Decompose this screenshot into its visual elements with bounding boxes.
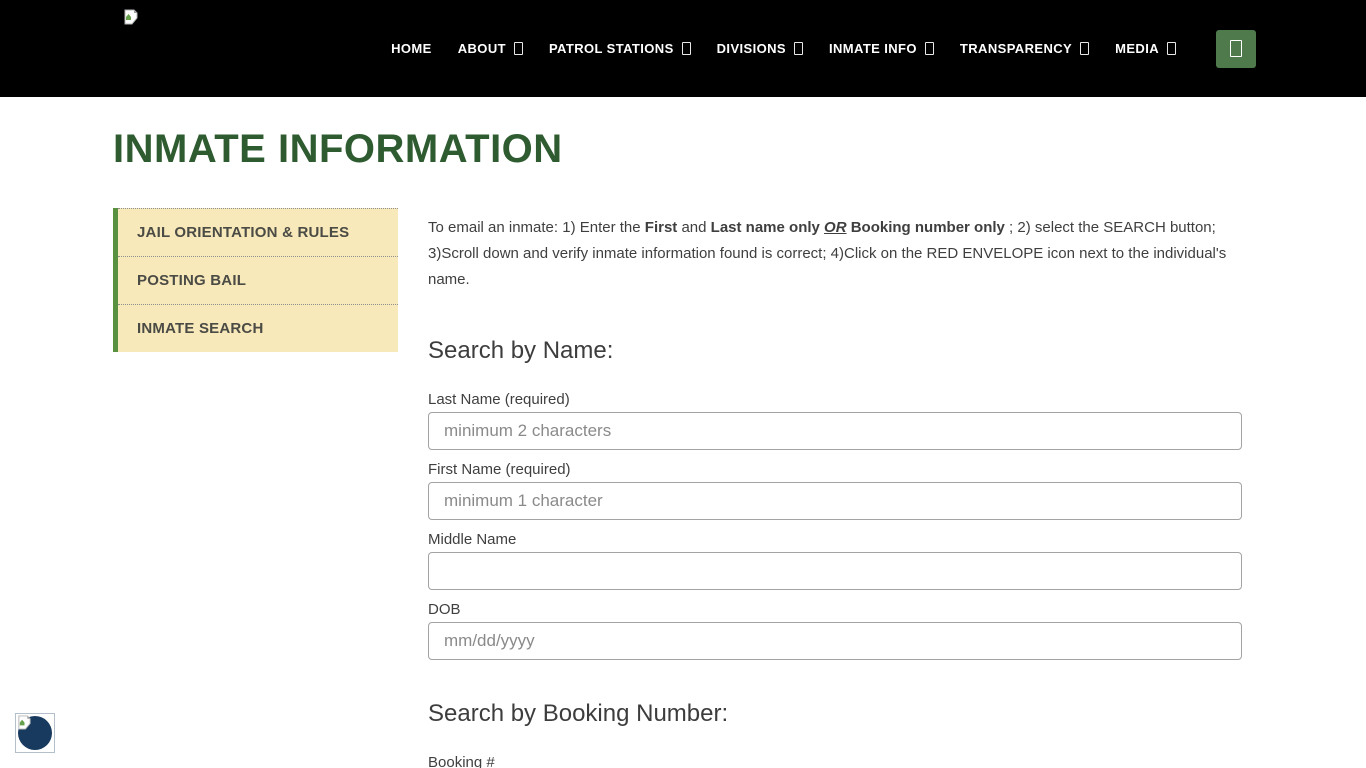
main-column: To email an inmate: 1) Enter the First a… bbox=[428, 208, 1242, 768]
email-instructions: To email an inmate: 1) Enter the First a… bbox=[428, 215, 1242, 293]
nav-label: TRANSPARENCY bbox=[960, 41, 1072, 56]
nav-label: HOME bbox=[391, 41, 432, 56]
dropdown-indicator-icon bbox=[794, 42, 803, 55]
site-logo-link[interactable] bbox=[123, 9, 139, 25]
middle-name-field-group: Middle Name bbox=[428, 530, 1242, 590]
first-name-field-group: First Name (required) bbox=[428, 460, 1242, 520]
nav-label: MEDIA bbox=[1115, 41, 1159, 56]
accessibility-widget-button[interactable] bbox=[15, 713, 55, 753]
dropdown-indicator-icon bbox=[682, 42, 691, 55]
middle-name-input[interactable] bbox=[428, 552, 1242, 590]
last-name-input[interactable] bbox=[428, 412, 1242, 450]
nav-label: DIVISIONS bbox=[717, 41, 786, 56]
first-name-label: First Name (required) bbox=[428, 460, 1242, 479]
broken-image-icon bbox=[17, 715, 32, 730]
nav-item-about[interactable]: ABOUT bbox=[458, 41, 523, 56]
header-search-button[interactable] bbox=[1216, 30, 1256, 68]
last-name-label: Last Name (required) bbox=[428, 390, 1242, 409]
instructions-text: and bbox=[677, 219, 710, 236]
dropdown-indicator-icon bbox=[1080, 42, 1089, 55]
nav-item-media[interactable]: MEDIA bbox=[1115, 41, 1176, 56]
sidebar-item-jail-orientation[interactable]: JAIL ORIENTATION & RULES bbox=[118, 208, 398, 256]
sidebar-item-inmate-search[interactable]: INMATE SEARCH bbox=[118, 304, 398, 352]
instructions-bold-or: OR bbox=[824, 219, 847, 236]
search-by-booking-heading: Search by Booking Number: bbox=[428, 700, 1242, 728]
dob-input[interactable] bbox=[428, 622, 1242, 660]
nav-item-home[interactable]: HOME bbox=[391, 41, 432, 56]
first-name-input[interactable] bbox=[428, 482, 1242, 520]
nav-item-transparency[interactable]: TRANSPARENCY bbox=[960, 41, 1089, 56]
sidebar-item-posting-bail[interactable]: POSTING BAIL bbox=[118, 256, 398, 304]
site-header: HOME ABOUT PATROL STATIONS DIVISIONS INM… bbox=[0, 0, 1366, 97]
middle-name-label: Middle Name bbox=[428, 530, 1242, 549]
instructions-bold-last-name: Last name only bbox=[711, 219, 824, 236]
instructions-bold-booking: Booking number only bbox=[851, 219, 1005, 236]
search-by-name-heading: Search by Name: bbox=[428, 337, 1242, 365]
dropdown-indicator-icon bbox=[925, 42, 934, 55]
nav-item-inmate-info[interactable]: INMATE INFO bbox=[829, 41, 934, 56]
booking-number-field-group: Booking # bbox=[428, 753, 1242, 768]
dropdown-indicator-icon bbox=[514, 42, 523, 55]
nav-label: INMATE INFO bbox=[829, 41, 917, 56]
instructions-bold-first: First bbox=[645, 219, 678, 236]
instructions-text: To email an inmate: 1) Enter the bbox=[428, 219, 645, 236]
nav-item-divisions[interactable]: DIVISIONS bbox=[717, 41, 803, 56]
search-icon bbox=[1230, 40, 1242, 57]
page-title: INMATE INFORMATION bbox=[113, 127, 1242, 172]
dob-label: DOB bbox=[428, 600, 1242, 619]
nav-label: ABOUT bbox=[458, 41, 506, 56]
section-sidebar: JAIL ORIENTATION & RULES POSTING BAIL IN… bbox=[113, 208, 398, 352]
dropdown-indicator-icon bbox=[1167, 42, 1176, 55]
main-nav: HOME ABOUT PATROL STATIONS DIVISIONS INM… bbox=[391, 0, 1256, 97]
last-name-field-group: Last Name (required) bbox=[428, 390, 1242, 450]
nav-item-patrol-stations[interactable]: PATROL STATIONS bbox=[549, 41, 691, 56]
dob-field-group: DOB bbox=[428, 600, 1242, 660]
broken-image-icon bbox=[123, 9, 139, 25]
booking-number-label: Booking # bbox=[428, 753, 1242, 768]
nav-label: PATROL STATIONS bbox=[549, 41, 674, 56]
page-content: INMATE INFORMATION JAIL ORIENTATION & RU… bbox=[0, 127, 1366, 768]
